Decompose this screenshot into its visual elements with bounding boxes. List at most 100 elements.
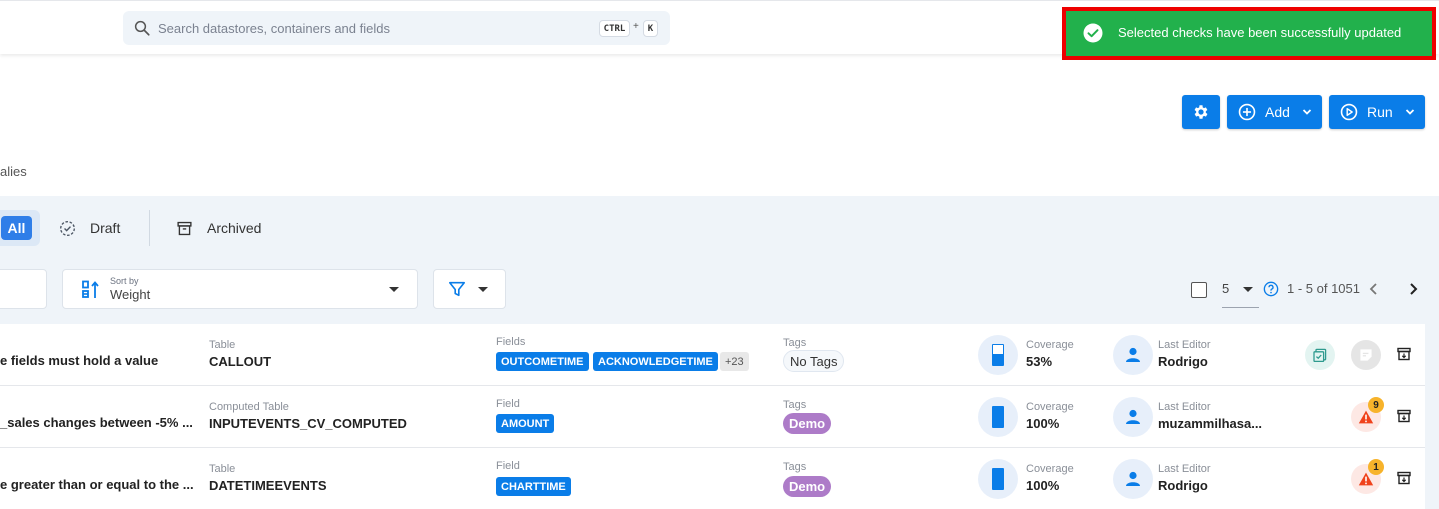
chevron-down-icon bbox=[1405, 109, 1415, 115]
container-type: Table bbox=[209, 463, 236, 475]
chevron-right-icon[interactable] bbox=[1406, 282, 1420, 296]
avatar bbox=[1113, 335, 1153, 375]
archive-icon bbox=[177, 221, 192, 236]
sort-value: Weight bbox=[110, 287, 151, 302]
gear-icon bbox=[1194, 105, 1208, 119]
page-size-select[interactable]: 5 bbox=[1222, 281, 1229, 296]
filter-icon bbox=[448, 281, 466, 297]
global-search[interactable]: CTRL + K bbox=[123, 11, 670, 45]
search-input[interactable] bbox=[158, 11, 578, 45]
filter-search-input[interactable] bbox=[0, 269, 47, 309]
shortcut-ctrl-key: CTRL bbox=[599, 20, 630, 37]
run-button[interactable]: Run bbox=[1329, 95, 1425, 129]
fields-label: Fields bbox=[496, 336, 526, 348]
clipboard-check-icon bbox=[1313, 348, 1327, 363]
check-description: _sales changes between -5% ... bbox=[0, 415, 193, 430]
tab-anomalies[interactable]: alies bbox=[0, 164, 27, 179]
coverage-icon bbox=[978, 397, 1018, 437]
validate-check-button[interactable] bbox=[1305, 340, 1335, 370]
coverage-label: Coverage bbox=[1026, 463, 1074, 475]
tags-label: Tags bbox=[783, 399, 807, 411]
last-editor-label: Last Editor bbox=[1158, 339, 1211, 351]
container-name[interactable]: DATETIMEEVENTS bbox=[209, 478, 327, 493]
coverage-value: 53% bbox=[1026, 354, 1053, 369]
chevron-down-icon bbox=[1302, 109, 1312, 115]
success-toast: Selected checks have been successfully u… bbox=[1066, 11, 1432, 56]
fields-label: Field bbox=[496, 398, 520, 410]
fields-label: Field bbox=[496, 460, 520, 472]
archive-icon[interactable] bbox=[1397, 471, 1411, 485]
tag-chip[interactable]: Demo bbox=[783, 413, 832, 434]
coverage-value: 100% bbox=[1026, 478, 1060, 493]
coverage-value: 100% bbox=[1026, 416, 1060, 431]
note-button[interactable] bbox=[1351, 340, 1381, 370]
toast-message: Selected checks have been successfully u… bbox=[1118, 25, 1402, 40]
avatar bbox=[1113, 459, 1153, 499]
check-description: e greater than or equal to the ... bbox=[0, 477, 194, 492]
last-editor-label: Last Editor bbox=[1158, 463, 1211, 475]
last-editor-name: Rodrigo bbox=[1158, 354, 1208, 369]
shortcut-plus: + bbox=[633, 21, 639, 32]
coverage-icon bbox=[978, 459, 1018, 499]
note-icon bbox=[1360, 349, 1372, 361]
container-type: Computed Table bbox=[209, 401, 289, 413]
last-editor-name: muzammilhasa... bbox=[1158, 416, 1263, 431]
user-icon bbox=[1126, 471, 1140, 486]
tag-chip: No Tags bbox=[783, 350, 845, 372]
field-chip[interactable]: OUTCOMETIME bbox=[496, 352, 589, 371]
play-circle-icon bbox=[1340, 103, 1358, 121]
status-archived-button[interactable]: Archived bbox=[207, 220, 261, 236]
sort-caption: Sort by bbox=[110, 276, 139, 286]
tags-label: Tags bbox=[783, 337, 807, 349]
status-draft-button[interactable]: Draft bbox=[90, 220, 120, 236]
add-button[interactable]: Add bbox=[1227, 95, 1322, 129]
check-circle-icon bbox=[1083, 23, 1103, 43]
run-button-label: Run bbox=[1367, 104, 1393, 120]
field-chip[interactable]: CHARTTIME bbox=[496, 477, 571, 496]
field-chip[interactable]: ACKNOWLEDGETIME bbox=[593, 352, 718, 371]
search-icon bbox=[134, 20, 150, 36]
field-chip[interactable]: AMOUNT bbox=[496, 414, 555, 433]
pagination-range: 1 - 5 of 1051 bbox=[1287, 281, 1360, 296]
table-row[interactable]: _sales changes between -5% ... Computed … bbox=[0, 386, 1425, 448]
select-all-checkbox[interactable] bbox=[1191, 282, 1207, 298]
page-size-underline bbox=[1222, 307, 1259, 308]
anomaly-count-badge: 1 bbox=[1368, 459, 1384, 475]
tags-label: Tags bbox=[783, 461, 807, 473]
user-icon bbox=[1126, 409, 1140, 424]
coverage-fill bbox=[993, 469, 1003, 489]
status-all-button[interactable]: All bbox=[1, 216, 32, 240]
add-button-label: Add bbox=[1265, 104, 1290, 120]
avatar bbox=[1113, 397, 1153, 437]
last-editor-name: Rodrigo bbox=[1158, 478, 1208, 493]
container-name[interactable]: INPUTEVENTS_CV_COMPUTED bbox=[209, 416, 407, 431]
table-row[interactable]: e greater than or equal to the ... Table… bbox=[0, 448, 1425, 509]
plus-circle-icon bbox=[1238, 103, 1256, 121]
fields-more-chip[interactable]: +23 bbox=[720, 352, 749, 371]
coverage-icon bbox=[978, 335, 1018, 375]
archive-icon[interactable] bbox=[1397, 347, 1411, 361]
container-name[interactable]: CALLOUT bbox=[209, 354, 271, 369]
table-row[interactable]: e fields must hold a value Table CALLOUT… bbox=[0, 324, 1425, 386]
sort-by-select[interactable]: Sort by Weight bbox=[62, 269, 418, 309]
segment-divider bbox=[149, 210, 150, 246]
anomaly-count-badge: 9 bbox=[1368, 397, 1384, 413]
coverage-fill bbox=[993, 354, 1003, 365]
container-type: Table bbox=[209, 339, 236, 351]
last-editor-label: Last Editor bbox=[1158, 401, 1211, 413]
caret-down-icon bbox=[389, 287, 399, 292]
check-description: e fields must hold a value bbox=[0, 353, 159, 368]
archive-icon[interactable] bbox=[1397, 409, 1411, 423]
shortcut-k-key: K bbox=[643, 20, 658, 37]
coverage-label: Coverage bbox=[1026, 401, 1074, 413]
tag-chip[interactable]: Demo bbox=[783, 476, 832, 497]
caret-down-icon bbox=[1243, 287, 1253, 292]
settings-button[interactable] bbox=[1182, 95, 1220, 129]
user-icon bbox=[1126, 347, 1140, 362]
coverage-fill bbox=[993, 407, 1003, 427]
draft-icon bbox=[60, 221, 75, 236]
sort-numeric-icon bbox=[82, 280, 99, 298]
help-icon[interactable] bbox=[1263, 281, 1279, 297]
filter-button[interactable] bbox=[433, 269, 506, 309]
chevron-left-icon[interactable] bbox=[1367, 282, 1381, 296]
